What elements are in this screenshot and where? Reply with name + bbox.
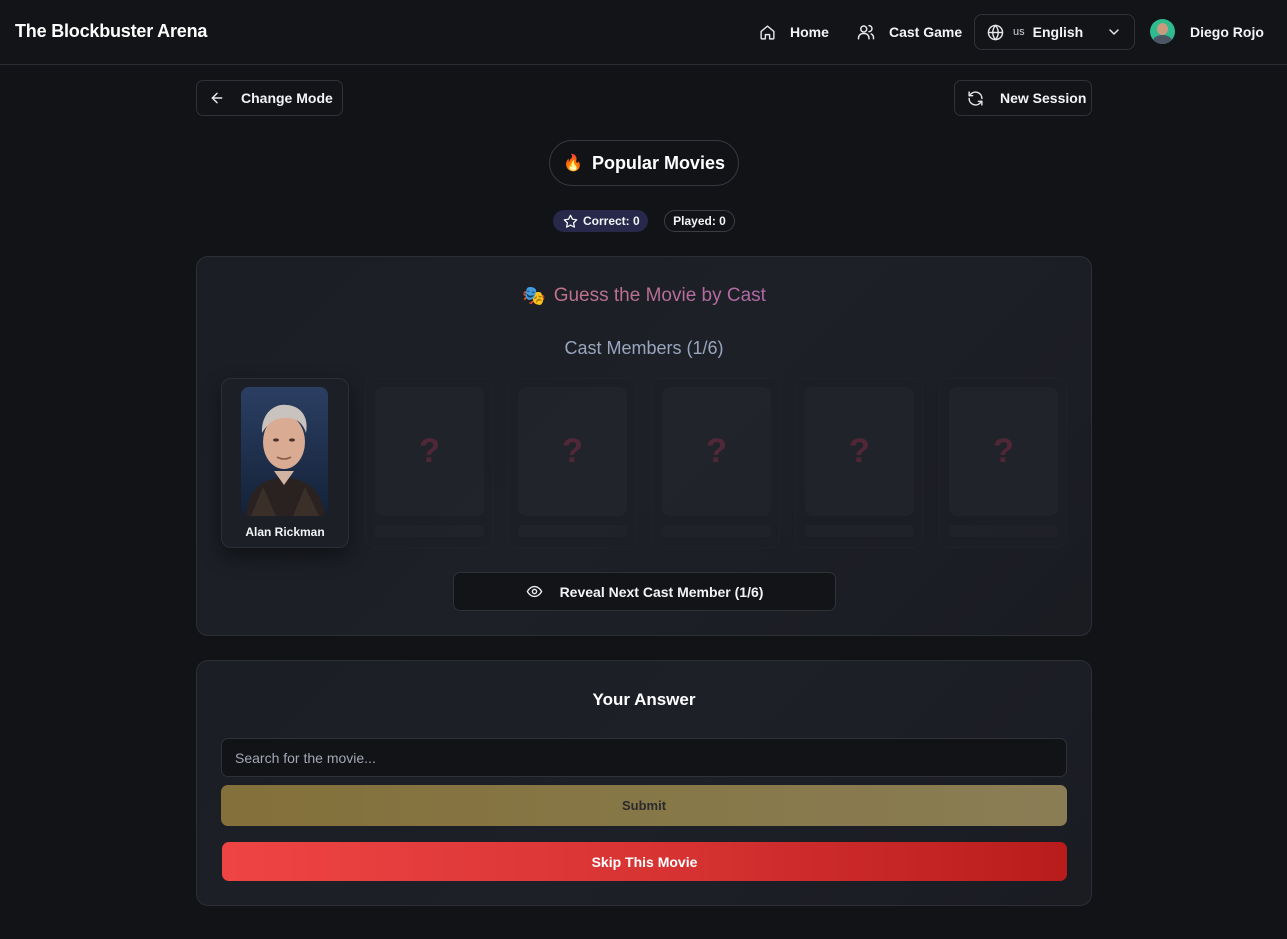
mode-pill: 🔥 Popular Movies [549,140,739,186]
hidden-cast-card: ? [508,378,636,548]
reveal-next-button[interactable]: Reveal Next Cast Member (1/6) [453,572,836,611]
language-select[interactable]: us English [974,14,1135,50]
hidden-cast-card: ? [652,378,780,548]
language-code: us [1013,26,1025,38]
submit-button[interactable]: Submit [221,785,1067,826]
hidden-cast-card: ? [365,378,493,548]
question-mark-icon: ? [949,387,1058,516]
cast-panel-title: 🎭 Guess the Movie by Cast [197,284,1091,308]
nav-home-label: Home [790,24,829,40]
user-menu[interactable]: Diego Rojo [1150,19,1264,44]
eye-icon [526,583,543,600]
nav-cast-game[interactable]: Cast Game [857,0,962,64]
played-badge: Played: 0 [664,210,735,232]
new-session-label: New Session [1000,90,1087,106]
answer-panel: Your Answer Submit Skip This Movie [196,660,1092,906]
mode-label: Popular Movies [591,152,725,173]
new-session-button[interactable]: New Session [954,80,1092,116]
refresh-icon [967,90,984,107]
played-count: Played: 0 [673,214,726,228]
avatar [1150,19,1175,44]
name-placeholder [949,525,1058,537]
nav-home[interactable]: Home [759,0,829,64]
language-label: English [1032,24,1084,40]
actor-photo [241,387,328,516]
hidden-cast-card: ? [795,378,923,548]
correct-count: Correct: 0 [583,214,640,228]
name-placeholder [518,525,627,537]
name-placeholder [662,525,771,537]
star-icon [563,214,578,229]
top-navbar: The Blockbuster Arena Home Cast Game us … [0,0,1287,65]
cast-members-count: Cast Members (1/6) [564,338,724,358]
name-placeholder [805,525,914,537]
actor-name: Alan Rickman [245,525,325,539]
cast-member-card[interactable]: Alan Rickman [221,378,349,548]
skip-movie-button[interactable]: Skip This Movie [222,842,1067,881]
question-mark-icon: ? [375,387,484,516]
cast-panel: 🎭 Guess the Movie by Cast Cast Members (… [196,256,1092,636]
movie-search-input[interactable] [221,738,1067,777]
globe-icon [987,23,1004,41]
app-brand[interactable]: The Blockbuster Arena [15,21,207,42]
reveal-next-label: Reveal Next Cast Member (1/6) [559,583,764,600]
hidden-cast-card: ? [939,378,1067,548]
users-icon [857,23,875,41]
answer-title: Your Answer [592,690,696,709]
question-mark-icon: ? [662,387,771,516]
arrow-left-icon [209,90,225,106]
nav-cast-game-label: Cast Game [889,24,963,40]
change-mode-button[interactable]: Change Mode [196,80,343,116]
question-mark-icon: ? [518,387,627,516]
home-icon [759,24,776,41]
correct-badge: Correct: 0 [553,210,648,232]
question-mark-icon: ? [805,387,914,516]
name-placeholder [375,525,484,537]
change-mode-label: Change Mode [241,90,333,106]
fire-icon: 🔥 [563,155,583,172]
cast-panel-heading: Guess the Movie by Cast [553,285,766,306]
theater-masks-icon: 🎭 [522,286,546,307]
user-name: Diego Rojo [1190,23,1264,40]
chevron-down-icon [1106,24,1122,40]
